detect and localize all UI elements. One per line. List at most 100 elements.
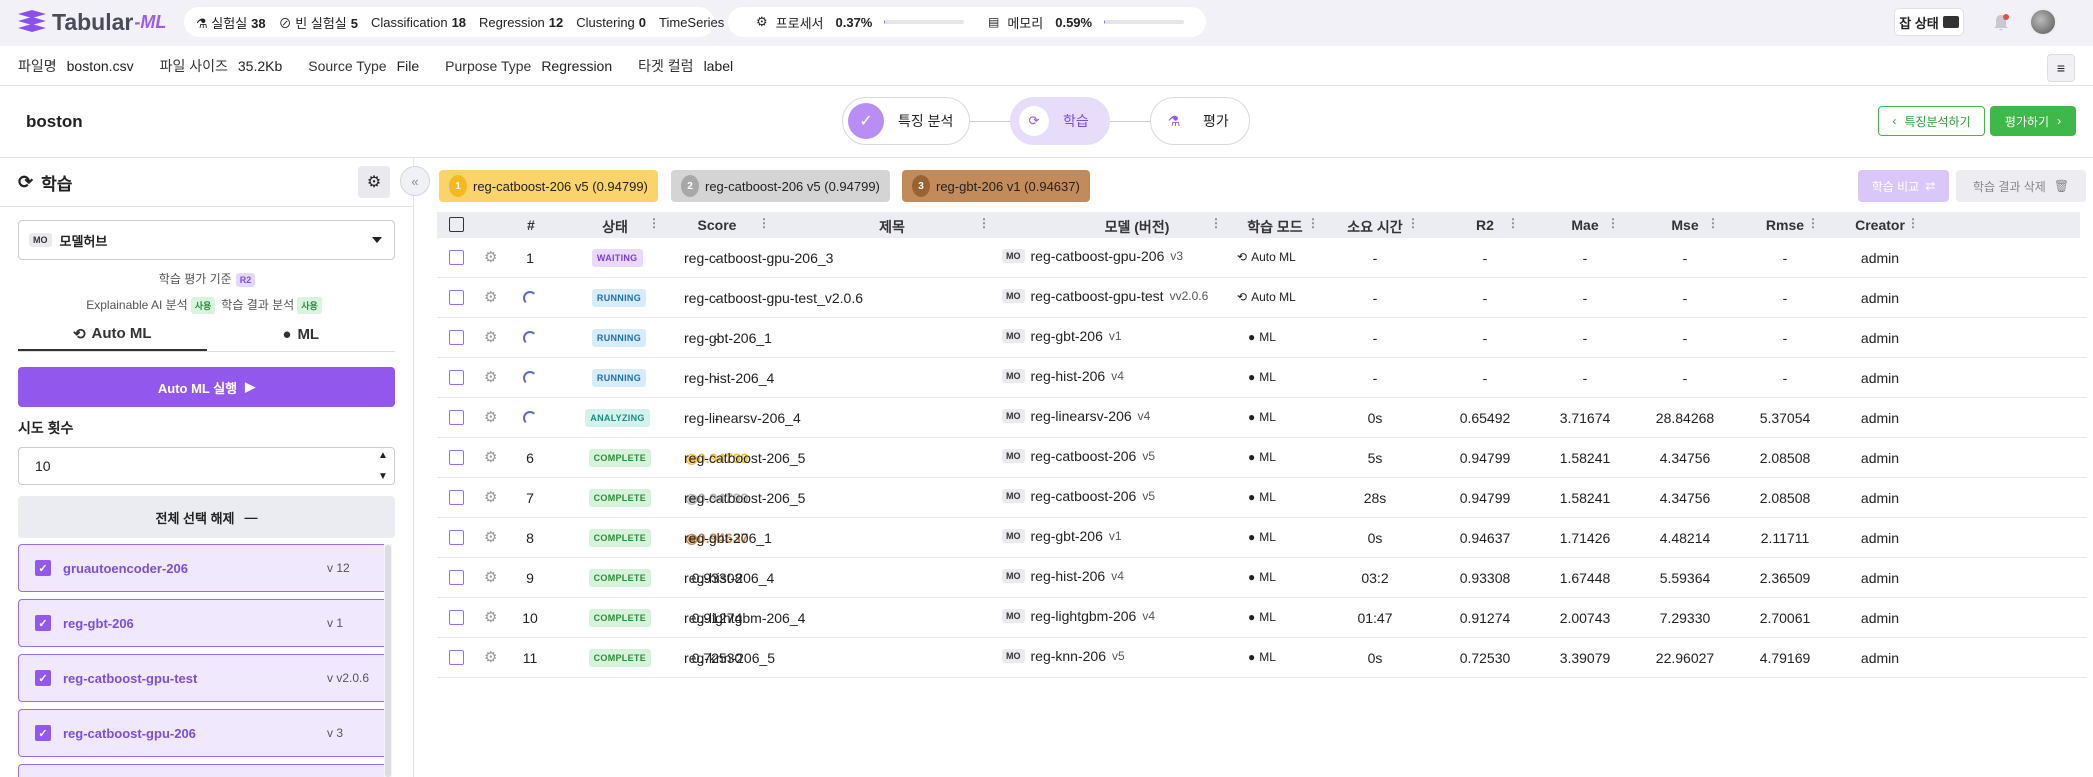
gear-icon[interactable]: ⚙ — [484, 408, 500, 426]
table-row[interactable]: ⚙ 10 COMPLETE 0.91274 reg-lightgbm-206_4 MO re… — [437, 598, 2087, 638]
avatar[interactable] — [2029, 8, 2057, 36]
column-menu-icon[interactable]: ⋮ — [758, 216, 770, 230]
table-row[interactable]: ⚙ 9 COMPLETE 0.93308 reg-hist-206_4 MO reg-his… — [437, 558, 2087, 598]
run-title[interactable]: reg-lightgbm-206_4 — [684, 610, 805, 626]
checkbox[interactable]: ✓ — [35, 725, 51, 741]
table-row[interactable]: ⚙ RUNNING - reg-hist-206_4 MO reg-hist-206 v4 ●… — [437, 358, 2087, 398]
run-title[interactable]: reg-gbt-206_1 — [684, 330, 772, 346]
deselect-all-button[interactable]: 전체 선택 해제 — — [18, 496, 395, 538]
number-stepper[interactable]: ▲ ▼ — [374, 450, 392, 482]
col-title[interactable]: 제목 — [837, 217, 947, 237]
run-title[interactable]: reg-gbt-206_1 — [684, 530, 772, 546]
gear-icon[interactable]: ⚙ — [484, 528, 500, 546]
run-title[interactable]: reg-catboost-206_5 — [684, 490, 805, 506]
next-step-button[interactable]: 평가하기 › — [1990, 106, 2076, 136]
model-version[interactable]: MO reg-catboost-206 v5 — [1002, 488, 1155, 504]
checkbox[interactable]: ✓ — [35, 670, 51, 686]
prev-step-button[interactable]: ‹ 특징분석하기 — [1878, 106, 1985, 136]
step-evaluation[interactable]: ⚗ 평가 — [1150, 97, 1250, 145]
gear-icon[interactable]: ⚙ — [484, 608, 500, 626]
col-r2[interactable]: R2 — [1455, 217, 1515, 233]
arrow-up-icon[interactable]: ▲ — [378, 450, 388, 461]
run-title[interactable]: reg-catboost-206_5 — [684, 450, 805, 466]
gear-icon[interactable]: ⚙ — [484, 448, 500, 466]
logo[interactable]: Tabular -ML — [16, 9, 166, 36]
tab-ml[interactable]: ● ML — [207, 318, 396, 351]
col-score[interactable]: Score — [667, 217, 767, 233]
gear-icon[interactable]: ⚙ — [484, 488, 500, 506]
model-source-select[interactable]: MO 모델허브 — [18, 220, 395, 260]
column-menu-icon[interactable]: ⋮ — [1707, 216, 1719, 230]
gear-icon[interactable]: ⚙ — [484, 328, 500, 346]
table-row[interactable]: ⚙ 7 COMPLETE ◉0.94799 reg-catboost-206_5 MO re… — [437, 478, 2087, 518]
column-menu-icon[interactable]: ⋮ — [978, 216, 990, 230]
model-version[interactable]: MO reg-hist-206 v4 — [1002, 368, 1124, 384]
row-checkbox[interactable] — [449, 250, 464, 265]
tries-input[interactable]: 10 ▲ ▼ — [18, 447, 395, 485]
row-checkbox[interactable] — [449, 610, 464, 625]
job-status-button[interactable]: 잡 상태 — [1894, 8, 1964, 36]
list-item[interactable]: ✓ reg-gbt-206 v 1 — [18, 599, 388, 647]
list-item[interactable]: ✓ reg-catboost-gpu-206 v 3 — [18, 709, 388, 757]
run-title[interactable]: reg-linearsv-206_4 — [684, 410, 801, 426]
column-menu-icon[interactable]: ⋮ — [1407, 216, 1419, 230]
model-version[interactable]: MO reg-catboost-gpu-test vv2.0.6 — [1002, 288, 1208, 304]
column-menu-icon[interactable]: ⋮ — [1807, 216, 1819, 230]
column-menu-icon[interactable]: ⋮ — [1210, 216, 1222, 230]
model-version[interactable]: MO reg-hist-206 v4 — [1002, 568, 1124, 584]
model-version[interactable]: MO reg-lightgbm-206 v4 — [1002, 608, 1155, 624]
table-row[interactable]: ⚙ 11 COMPLETE 0.72530 reg-knn-206_5 MO reg-knn… — [437, 638, 2087, 678]
medal-silver[interactable]: 2 reg-catboost-206 v5 (0.94799) — [671, 170, 890, 202]
tab-auto-ml[interactable]: ⟲ Auto ML — [18, 318, 207, 351]
collapse-sidebar-button[interactable]: « — [400, 166, 430, 196]
run-title[interactable]: reg-hist-206_4 — [684, 370, 774, 386]
col-status[interactable]: 상태 — [585, 217, 645, 237]
gear-icon[interactable]: ⚙ — [484, 568, 500, 586]
bell-icon[interactable] — [1991, 13, 2011, 33]
column-menu-icon[interactable]: ⋮ — [1907, 216, 1919, 230]
model-version[interactable]: MO reg-catboost-206 v5 — [1002, 448, 1155, 464]
table-row[interactable]: ⚙ 8 COMPLETE ◉0.94637 reg-gbt-206_1 MO reg-gbt… — [437, 518, 2087, 558]
column-menu-icon[interactable]: ⋮ — [1507, 216, 1519, 230]
col-mse[interactable]: Mse — [1655, 217, 1715, 233]
col-number[interactable]: # — [527, 217, 535, 233]
row-checkbox[interactable] — [449, 290, 464, 305]
model-version[interactable]: MO reg-gbt-206 v1 — [1002, 528, 1122, 544]
column-menu-icon[interactable]: ⋮ — [1307, 216, 1319, 230]
model-version[interactable]: MO reg-gbt-206 v1 — [1002, 328, 1122, 344]
col-rmse[interactable]: Rmse — [1755, 217, 1815, 233]
run-title[interactable]: reg-catboost-gpu-test_v2.0.6 — [684, 290, 863, 306]
col-mae[interactable]: Mae — [1555, 217, 1615, 233]
row-checkbox[interactable] — [449, 650, 464, 665]
compare-button[interactable]: 학습 비교 ⇄ — [1858, 170, 1949, 202]
list-item[interactable] — [18, 764, 388, 777]
medal-gold[interactable]: 1 reg-catboost-206 v5 (0.94799) — [439, 170, 658, 202]
table-row[interactable]: ⚙ RUNNING - reg-gbt-206_1 MO reg-gbt-206 v1 ● ML… — [437, 318, 2087, 358]
row-checkbox[interactable] — [449, 330, 464, 345]
sidebar-settings-button[interactable]: ⚙ — [358, 166, 390, 198]
table-row[interactable]: ⚙ 6 COMPLETE ◉0.94799 reg-catboost-206_5 MO re… — [437, 438, 2087, 478]
table-row[interactable]: ⚙ RUNNING - reg-catboost-gpu-test_v2.0.6 MO r… — [437, 278, 2087, 318]
row-checkbox[interactable] — [449, 370, 464, 385]
row-checkbox[interactable] — [449, 490, 464, 505]
run-auto-ml-button[interactable]: Auto ML 실행 ▶ — [18, 367, 395, 407]
gear-icon[interactable]: ⚙ — [484, 248, 500, 266]
col-model[interactable]: 모델 (버전) — [1037, 217, 1237, 237]
model-version[interactable]: MO reg-linearsv-206 v4 — [1002, 408, 1150, 424]
row-checkbox[interactable] — [449, 530, 464, 545]
model-version[interactable]: MO reg-catboost-gpu-206 v3 — [1002, 248, 1183, 264]
step-training[interactable]: ⟳ 학습 — [1010, 97, 1110, 145]
row-checkbox[interactable] — [449, 570, 464, 585]
arrow-down-icon[interactable]: ▼ — [378, 471, 388, 482]
delete-results-button[interactable]: 학습 결과 삭제 🗑 — [1956, 170, 2086, 202]
medal-bronze[interactable]: 3 reg-gbt-206 v1 (0.94637) — [902, 170, 1090, 202]
select-all-checkbox[interactable] — [449, 217, 464, 232]
table-row[interactable]: ⚙ ANALYZING - reg-linearsv-206_4 MO reg-linea… — [437, 398, 2087, 438]
scrollbar-thumb[interactable] — [385, 545, 391, 777]
run-title[interactable]: reg-catboost-gpu-206_3 — [684, 250, 833, 266]
column-menu-icon[interactable]: ⋮ — [648, 216, 660, 230]
row-checkbox[interactable] — [449, 450, 464, 465]
gear-icon[interactable]: ⚙ — [484, 648, 500, 666]
model-version[interactable]: MO reg-knn-206 v5 — [1002, 648, 1125, 664]
column-menu-icon[interactable]: ⋮ — [1607, 216, 1619, 230]
